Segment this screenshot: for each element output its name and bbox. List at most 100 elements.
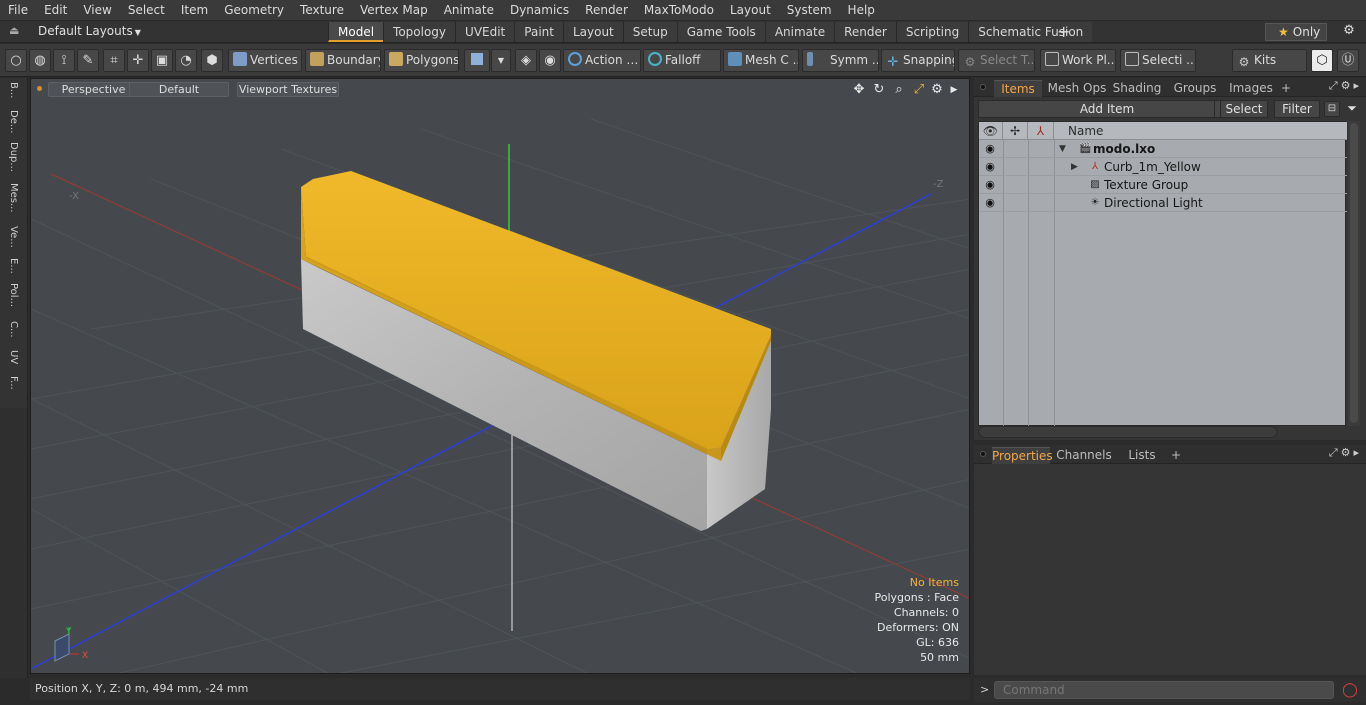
brush-icon[interactable]: ✎ [77,49,99,72]
zoom-icon[interactable]: ⌕ [891,82,907,98]
filter-button[interactable]: Filter [1274,100,1320,118]
scene-canvas[interactable]: -X -Z Y X [31,79,970,674]
tab-model[interactable]: Model [328,22,384,42]
snap-view-icon[interactable]: ◈ [515,49,537,72]
menu-maxtomodo[interactable]: MaxToModo [636,3,722,17]
left-tab-6[interactable]: Pol... [5,283,21,307]
panel-controls[interactable]: ⤢⚙▸ [1329,446,1362,460]
menu-dynamics[interactable]: Dynamics [502,3,577,17]
tab-items[interactable]: Items [994,80,1042,97]
expand-up-icon[interactable]: ⏏ [9,24,21,38]
add-item-button[interactable]: Add Item [978,100,1236,118]
shading-dropdown[interactable]: Default [129,82,229,97]
layout-dropdown[interactable]: Default Layouts ▼ [38,24,141,38]
viewport-gear-icon[interactable]: ⚙ [929,82,945,98]
columns-icon[interactable]: ⊟ [1324,101,1340,117]
only-toggle-button[interactable]: ★ Only [1265,23,1327,41]
menu-edit[interactable]: Edit [36,3,75,17]
lock-column-icon[interactable]: ✢ [1003,122,1028,140]
tree-row-mesh[interactable]: ◉ ▶ ⅄ Curb_1m_Yellow [979,158,1347,176]
add-tab-icon[interactable]: + [1170,447,1182,464]
tab-channels[interactable]: Channels [1054,447,1114,464]
move-icon[interactable]: ✛ [127,49,149,72]
left-tab-1[interactable]: De... [5,110,21,133]
snapping-button[interactable]: ✛ Snapping [881,49,955,72]
add-tab-icon[interactable]: + [1057,22,1070,42]
menu-layout[interactable]: Layout [722,3,779,17]
tab-groups[interactable]: Groups [1166,80,1224,97]
orbit-icon[interactable]: ↻ [871,82,887,98]
vertices-button[interactable]: Vertices [228,49,302,72]
tab-lists[interactable]: Lists [1120,447,1164,464]
tab-schematic-fusion[interactable]: Schematic Fusion [968,22,1093,42]
left-tab-7[interactable]: C... [5,321,21,338]
tab-shading[interactable]: Shading [1110,80,1164,97]
tab-paint[interactable]: Paint [514,22,563,42]
tab-game-tools[interactable]: Game Tools [676,22,765,42]
tab-images[interactable]: Images [1226,80,1276,97]
tab-render[interactable]: Render [834,22,896,42]
symmetry-view-icon[interactable]: ◉ [539,49,561,72]
scale-icon[interactable]: ◔ [175,49,197,72]
tab-layout[interactable]: Layout [562,22,623,42]
menu-vertex-map[interactable]: Vertex Map [352,3,436,17]
menu-render[interactable]: Render [577,3,636,17]
tab-setup[interactable]: Setup [622,22,677,42]
visibility-eye-icon[interactable]: ◉ [983,160,997,174]
visibility-eye-icon[interactable]: ◉ [983,196,997,210]
unreal-icon[interactable]: Ⓤ [1337,49,1359,72]
tab-topology[interactable]: Topology [383,22,456,42]
left-tab-9[interactable]: F... [5,376,21,390]
vertical-scrollbar[interactable] [1348,121,1360,426]
menu-geometry[interactable]: Geometry [216,3,292,17]
cube-icon[interactable]: ⬡ [1311,49,1333,72]
select-button[interactable]: Select [1220,100,1268,118]
tree-row-texture-group[interactable]: ◉ ▨ Texture Group [979,176,1347,194]
left-tab-0[interactable]: B... [5,82,21,98]
menu-system[interactable]: System [779,3,840,17]
panel-menu-dot[interactable] [980,84,986,90]
selection-sets-button[interactable]: Selecti ... [1120,49,1196,72]
3d-viewport[interactable]: -X -Z Y X Perspective Default Viewport T… [30,78,970,674]
item-mode-icon[interactable]: ⬢ [201,49,223,72]
tree-row-scene[interactable]: ◉ ▼ 🎬 modo.lxo [979,140,1347,158]
play-arrow-icon[interactable]: ▶ [946,82,962,98]
visibility-eye-icon[interactable]: ◉ [983,178,997,192]
funnel-icon[interactable]: ⏷ [1344,101,1360,117]
tab-properties[interactable]: Properties [992,447,1053,464]
add-tab-icon[interactable]: + [1280,80,1292,97]
menu-item[interactable]: Item [173,3,216,17]
symmetry-button[interactable]: Symm ... [802,49,879,72]
panel-controls[interactable]: ⤢⚙▸ [1329,79,1362,93]
pen-icon[interactable]: ⟟ [53,49,75,72]
polygons-button[interactable]: Polygons [384,49,459,72]
boundary-button[interactable]: Boundary [305,49,381,72]
command-input[interactable] [994,681,1334,699]
rotate-icon[interactable]: ▣ [151,49,173,72]
panel-menu-dot[interactable] [980,451,986,457]
menu-file[interactable]: File [0,3,36,17]
menu-help[interactable]: Help [840,3,883,17]
viewport-textures-toggle[interactable]: Viewport Textures [237,82,339,97]
viewport-menu-dot[interactable] [37,86,42,91]
select-mode-circle-icon[interactable]: ○ [5,49,27,72]
name-column-header[interactable]: Name [1054,122,1347,140]
gear-icon[interactable]: ⚙ [1338,23,1360,41]
horizontal-scrollbar[interactable] [978,426,1278,438]
tab-animate[interactable]: Animate [764,22,835,42]
record-icon[interactable]: ◯ [1340,681,1360,699]
sphere-icon[interactable]: ◍ [29,49,51,72]
tab-scripting[interactable]: Scripting [895,22,969,42]
left-tab-5[interactable]: E... [5,258,21,274]
menu-select[interactable]: Select [120,3,173,17]
expand-arrow-icon[interactable]: ▼ [1059,140,1066,158]
menu-view[interactable]: View [75,3,119,17]
type-column-icon[interactable]: ⅄ [1028,122,1054,140]
visibility-column-eye-icon[interactable]: 👁 [979,122,1003,140]
left-tab-3[interactable]: Mes... [5,183,21,213]
tab-mesh-ops[interactable]: Mesh Ops [1046,80,1108,97]
select-tool-button[interactable]: ⚙ Select T... [958,49,1035,72]
left-tab-8[interactable]: UV [5,350,21,364]
left-tab-4[interactable]: Ve... [5,226,21,248]
workplane-button[interactable]: Work Pl... [1040,49,1116,72]
